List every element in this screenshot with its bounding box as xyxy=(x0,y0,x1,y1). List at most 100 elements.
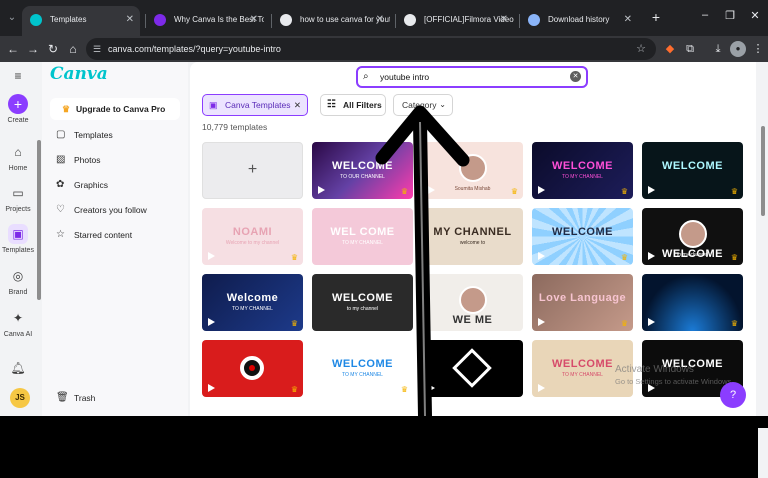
close-tab-icon[interactable]: ✕ xyxy=(250,6,258,34)
notifications-button[interactable]: 🔔︎ xyxy=(0,358,36,381)
profile-icon[interactable]: ● xyxy=(730,41,746,57)
star-icon: ☆ xyxy=(56,229,65,240)
canva-templates-chip[interactable]: ▣ Canva Templates ✕ xyxy=(202,94,308,116)
scroll-thumb[interactable] xyxy=(761,126,765,216)
tab-search-button[interactable]: ⌄ xyxy=(4,10,20,26)
extensions-puzzle-icon[interactable]: ⧉ xyxy=(682,41,698,57)
avatar[interactable]: JS xyxy=(10,388,30,408)
result-count: 10,779 templates xyxy=(202,122,268,132)
url-text: canva.com/templates/?query=youtube-intro xyxy=(108,44,281,54)
rail-brand[interactable]: ◎ Brand xyxy=(0,266,36,296)
rail-templates[interactable]: ▣ Templates xyxy=(0,224,36,254)
upgrade-button[interactable]: ♛ Upgrade to Canva Pro xyxy=(50,98,180,120)
extension-fox-icon[interactable]: ◆ xyxy=(662,41,678,57)
address-bar[interactable]: ☰ canva.com/templates/?query=youtube-int… xyxy=(86,38,656,60)
pro-crown-icon: ♛ xyxy=(400,187,408,196)
download-icon[interactable]: ⤓ xyxy=(710,41,726,57)
sidebar-item-photos[interactable]: ▨ Photos xyxy=(56,152,100,168)
collapse-menu-button[interactable]: ≡ xyxy=(0,66,36,89)
pro-crown-icon: ♛ xyxy=(290,319,298,328)
card-title: WELCOME xyxy=(332,358,393,370)
template-card[interactable]: WELCOME to my channel xyxy=(312,274,413,331)
tab-title: Download history xyxy=(548,15,610,24)
all-filters-button[interactable]: ☷ All Filters xyxy=(320,94,386,116)
site-info-icon[interactable]: ☰ xyxy=(93,38,101,60)
home-icon[interactable]: ⌂ xyxy=(64,40,82,58)
minimize-icon[interactable]: – xyxy=(697,9,713,21)
sidebar-item-starred-content[interactable]: ☆ Starred content xyxy=(56,227,132,243)
template-card[interactable]: WE ME xyxy=(422,274,523,331)
rail-projects[interactable]: ▭ Projects xyxy=(0,183,36,213)
reload-icon[interactable]: ↻ xyxy=(44,40,62,58)
browser-tab[interactable]: Download history ✕ xyxy=(520,6,638,36)
pro-crown-icon: ♛ xyxy=(730,187,738,196)
template-card[interactable]: WELCOME TO OUR CHANNEL ♛ xyxy=(312,142,413,199)
close-tab-icon[interactable]: ✕ xyxy=(500,6,508,34)
sidebar-item-label: Creators you follow xyxy=(74,205,147,215)
sidebar-item-creators-you-follow[interactable]: ♡ Creators you follow xyxy=(56,202,147,218)
trash-button[interactable]: 🗑︎ Trash xyxy=(56,390,95,406)
photo-icon: ▨ xyxy=(56,154,66,165)
sparkle-icon: ✦ xyxy=(12,311,24,325)
template-card[interactable]: WELCOME TO MY CHANNEL ♛ xyxy=(532,142,633,199)
template-card[interactable]: Soumita Mishab ♛ xyxy=(422,142,523,199)
rail-projects-label: Projects xyxy=(5,206,31,213)
canva-app: ≡ + Create ⌂ Home ▭ Projects ▣ Templates ◎ Br… xyxy=(0,62,768,478)
browser-tab[interactable]: how to use canva for youtub✕ xyxy=(272,6,390,36)
play-icon xyxy=(538,186,545,194)
rail-canva-ai[interactable]: ✦ Canva AI xyxy=(0,308,36,338)
close-tab-icon[interactable]: ✕ xyxy=(126,6,134,34)
template-card[interactable]: Love Language ♛ xyxy=(532,274,633,331)
template-card[interactable]: WELCOME ♛ xyxy=(532,208,633,265)
new-tab-button[interactable]: + xyxy=(648,9,664,25)
card-title: MY CHANNEL xyxy=(433,226,512,238)
collapse-icon: ≡ xyxy=(14,69,22,83)
sidebar-item-templates[interactable]: ▢ Templates xyxy=(56,127,113,143)
browser-tab[interactable]: Templates ✕ xyxy=(22,6,140,36)
card-title: Love Language xyxy=(538,292,627,304)
template-card[interactable]: WEL COME TO MY CHANNEL xyxy=(312,208,413,265)
template-card[interactable]: ♛ xyxy=(642,274,743,331)
template-card[interactable]: NOAMI Welcome to my channel ♛ xyxy=(202,208,303,265)
category-dropdown[interactable]: Category ⌄ xyxy=(393,94,453,116)
remove-chip-icon[interactable]: ✕ xyxy=(294,95,301,115)
template-card[interactable]: WELCOME ♛ xyxy=(642,142,743,199)
canva-logo[interactable]: Canva xyxy=(50,64,108,84)
template-card[interactable] xyxy=(422,340,523,397)
template-card[interactable]: Welcome TO MY CHANNEL ♛ xyxy=(202,274,303,331)
templates-main: ⌕ youtube intro ✕ ▣ Canva Templates ✕ ☷ … xyxy=(190,62,756,416)
back-icon[interactable]: ← xyxy=(4,40,22,58)
template-card[interactable]: ♛ xyxy=(202,340,303,397)
restore-icon[interactable]: ❐ xyxy=(722,9,738,22)
trash-label: Trash xyxy=(74,393,96,403)
rail-canva-ai-label: Canva AI xyxy=(3,331,33,338)
search-input[interactable]: ⌕ youtube intro ✕ xyxy=(356,66,588,88)
forward-icon[interactable]: → xyxy=(24,40,42,58)
browser-menu-icon[interactable]: ⋮ xyxy=(750,41,766,57)
bookmark-star-icon[interactable]: ☆ xyxy=(636,38,646,60)
rail-home[interactable]: ⌂ Home xyxy=(0,142,36,172)
browser-tab[interactable]: Why Canva Is the Best Tool f✕ xyxy=(146,6,264,36)
rail-scrollbar[interactable] xyxy=(37,140,41,300)
close-window-icon[interactable]: ✕ xyxy=(747,9,763,22)
pro-crown-icon: ♛ xyxy=(290,253,298,262)
card-title: WE ME xyxy=(452,314,493,326)
blank-template-card[interactable]: + xyxy=(202,142,303,199)
template-card[interactable]: WELCOME TO MY CHANNEL ♛ xyxy=(312,340,413,397)
browser-tab[interactable]: [OFFICIAL]Filmora Video Edi✕ xyxy=(396,6,514,36)
template-card[interactable]: WELCOME to my channel ♛ xyxy=(642,208,743,265)
pro-crown-icon: ♛ xyxy=(620,253,628,262)
bottom-bar xyxy=(0,416,768,428)
play-icon xyxy=(208,318,215,326)
sidebar-item-graphics[interactable]: ✿ Graphics xyxy=(56,177,108,193)
template-card[interactable]: MY CHANNEL welcome to xyxy=(422,208,523,265)
help-button[interactable]: ? xyxy=(720,382,746,408)
close-tab-icon[interactable]: ✕ xyxy=(376,6,384,34)
close-tab-icon[interactable]: ✕ xyxy=(624,6,632,34)
pro-crown-icon: ♛ xyxy=(620,187,628,196)
home-icon: ⌂ xyxy=(14,145,22,159)
rail-create[interactable]: + Create xyxy=(0,94,36,124)
clear-search-icon[interactable]: ✕ xyxy=(570,71,581,82)
card-subtitle: TO OUR CHANNEL xyxy=(340,174,385,180)
search-icon: ⌕ xyxy=(363,71,369,82)
